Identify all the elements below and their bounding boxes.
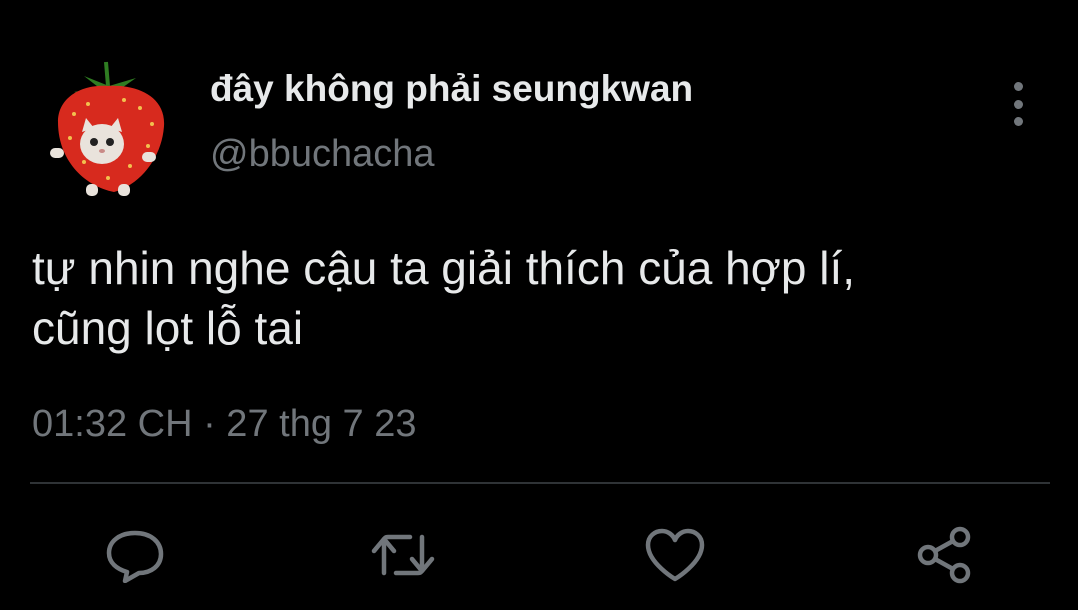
strawberry-cat-avatar-image	[50, 61, 165, 196]
user-handle[interactable]: @bbuchacha	[210, 133, 435, 176]
more-dot	[1013, 117, 1023, 126]
tweet-text-line-1: tự nhin nghe cậu ta giải thích của hợp l…	[32, 242, 856, 294]
more-dot	[1013, 82, 1023, 91]
retweet-icon	[371, 534, 435, 576]
divider	[30, 482, 1050, 484]
tweet-text-line-2: cũng lọt lỗ tai	[32, 302, 304, 354]
heart-icon	[645, 528, 705, 582]
like-button[interactable]	[642, 524, 708, 586]
reply-icon	[106, 530, 164, 583]
display-name[interactable]: đây không phải seungkwan	[210, 68, 693, 110]
tweet-timestamp[interactable]: 01:32 CH · 27 thg 7 23	[32, 403, 416, 446]
share-icon	[917, 526, 971, 584]
retweet-button[interactable]	[370, 524, 436, 586]
tweet-text: tự nhin nghe cậu ta giải thích của hợp l…	[32, 238, 1042, 358]
avatar[interactable]	[44, 56, 174, 198]
more-vertical-icon[interactable]	[998, 82, 1038, 126]
reply-button[interactable]	[102, 524, 168, 586]
more-dot	[1013, 99, 1023, 109]
share-button[interactable]	[912, 524, 978, 586]
